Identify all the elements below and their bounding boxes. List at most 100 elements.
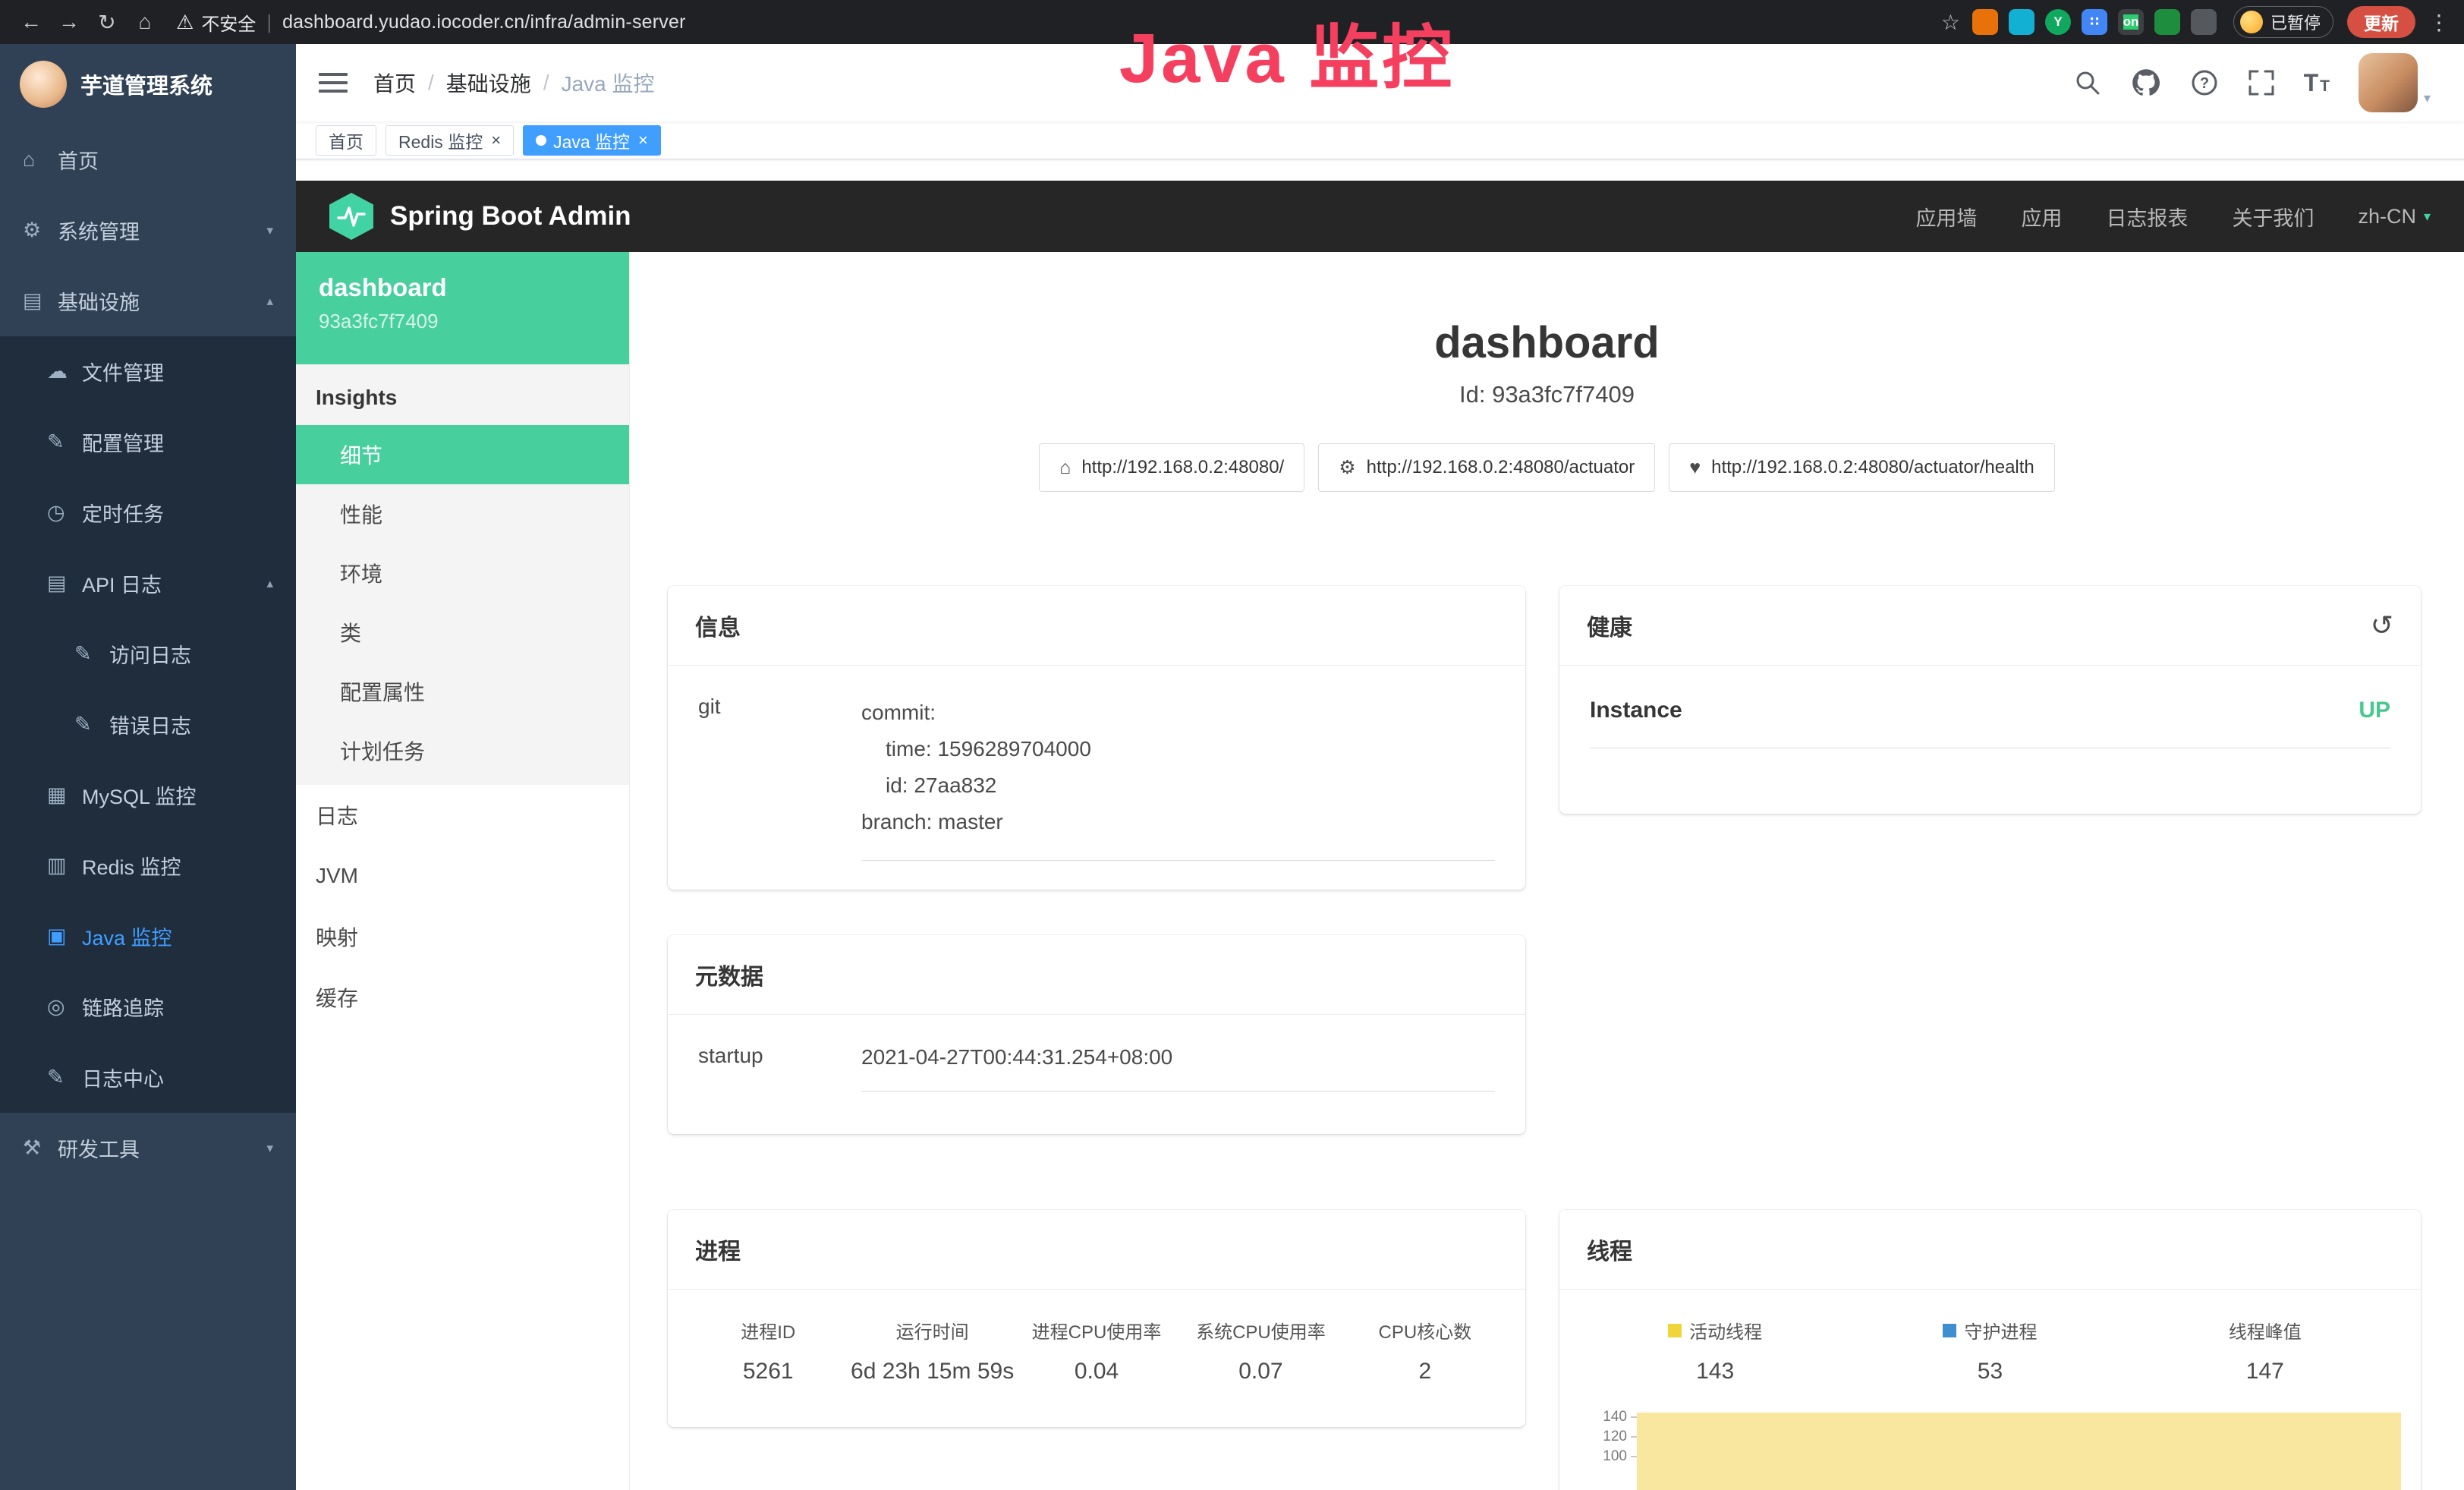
hamburger-icon[interactable] <box>319 73 348 93</box>
sidebar-item[interactable]: ✎ 访问日志 <box>0 619 296 689</box>
app-logo-row[interactable]: 芋道管理系统 <box>0 44 296 124</box>
sidebar-item[interactable]: ▥ Redis 监控 <box>0 830 296 901</box>
tab-close-icon[interactable]: × <box>638 132 648 149</box>
sba-nav-item[interactable]: 关于我们 <box>2232 202 2314 232</box>
chevron-icon: ▾ <box>266 1141 296 1156</box>
tab[interactable]: Java 监控 × <box>523 125 661 156</box>
y-tick-label: 120 <box>1581 1427 1637 1447</box>
sba-sidebar-item[interactable]: 缓存 <box>296 967 629 1028</box>
sba-sidebar-item[interactable]: 环境 <box>296 543 629 603</box>
health-status-badge: UP <box>2359 698 2390 723</box>
sba-nav-item[interactable]: 应用墙 <box>1915 202 1977 232</box>
sba-sidebar-item[interactable]: 类 <box>296 603 629 662</box>
link-icon: ♥ <box>1689 457 1701 479</box>
menu-item-icon: ✎ <box>74 642 109 666</box>
instance-link[interactable]: ⌂ http://192.168.0.2:48080/ <box>1039 443 1304 492</box>
sba-sidebar-item[interactable]: JVM <box>296 846 629 906</box>
sidebar-item[interactable]: ✎ 日志中心 <box>0 1042 296 1113</box>
menu-item-label: 配置管理 <box>82 427 164 457</box>
tab[interactable]: Redis 监控 × <box>385 125 514 156</box>
search-icon[interactable] <box>2073 68 2102 97</box>
sba-nav-item[interactable]: 日志报表 <box>2106 202 2188 232</box>
threads-legend-item: 守护进程 <box>1852 1317 2127 1344</box>
sba-sidebar-item[interactable]: 细节 <box>296 425 629 484</box>
user-menu[interactable]: ▾ <box>2359 53 2431 112</box>
security-chip[interactable]: ⚠ 不安全 <box>176 9 256 36</box>
sba-sidebar-item[interactable]: 性能 <box>296 484 629 543</box>
fullscreen-icon[interactable] <box>2248 69 2275 96</box>
locale-select[interactable]: zh-CN ▾ <box>2358 205 2431 228</box>
breadcrumb-item[interactable]: 首页 <box>373 68 416 98</box>
health-card: 健康 ↺ Instance UP <box>1559 586 2421 814</box>
sidebar-item[interactable]: ▣ Java 监控 <box>0 901 296 972</box>
link-icon: ⌂ <box>1059 457 1071 479</box>
sba-instance-block[interactable]: dashboard 93a3fc7f7409 <box>296 252 629 364</box>
app-logo-image <box>20 61 67 108</box>
extension-icon[interactable]: ∷ <box>2082 9 2107 35</box>
url-text[interactable]: dashboard.yudao.iocoder.cn/infra/admin-s… <box>282 11 686 33</box>
sba-root-items: 日志 JVM 映射 缓存 <box>296 785 629 1028</box>
sba-body: dashboard 93a3fc7f7409 Insights 细节 性能 环境… <box>296 252 2464 1490</box>
browser-update-button[interactable]: 更新 <box>2347 6 2415 38</box>
extension-icon[interactable] <box>2154 9 2180 35</box>
y-tick-label: 100 <box>1581 1447 1637 1466</box>
browser-menu-icon[interactable]: ⋮ <box>2428 10 2450 35</box>
sidebar-item[interactable]: ☁ 文件管理 <box>0 336 296 407</box>
home-icon[interactable]: ⌂ <box>127 10 162 34</box>
extension-icon[interactable]: on <box>2118 9 2144 35</box>
instance-link[interactable]: ⚙ http://192.168.0.2:48080/actuator <box>1318 443 1655 492</box>
sidebar-item[interactable]: ◷ 定时任务 <box>0 477 296 548</box>
profile-paused-chip[interactable]: 已暂停 <box>2233 6 2333 38</box>
health-card-title: 健康 <box>1587 609 1632 642</box>
sba-sidebar-item[interactable]: 配置属性 <box>296 662 629 721</box>
link-url: http://192.168.0.2:48080/actuator/health <box>1711 457 2034 478</box>
sidebar-item[interactable]: ⚙ 系统管理 ▾ <box>0 195 296 266</box>
sba-sidebar-item[interactable]: 计划任务 <box>296 721 629 780</box>
tab-close-icon[interactable]: × <box>491 132 501 149</box>
header-icons: ? TT ▾ <box>2073 53 2431 112</box>
instance-link[interactable]: ♥ http://192.168.0.2:48080/actuator/heal… <box>1669 443 2055 492</box>
breadcrumb-item[interactable]: Java 监控 <box>562 68 655 98</box>
tab[interactable]: 首页 <box>316 125 376 156</box>
sidebar-item[interactable]: ⌂ 首页 <box>0 124 296 195</box>
back-icon[interactable]: ← <box>14 10 49 34</box>
process-column-value: 5261 <box>686 1359 850 1384</box>
info-key: git <box>698 695 861 861</box>
sba-logo-icon <box>329 193 373 240</box>
history-icon[interactable]: ↺ <box>2371 612 2393 639</box>
avatar[interactable] <box>2359 53 2418 112</box>
sidebar-item[interactable]: ⚒ 研发工具 ▾ <box>0 1113 296 1183</box>
extension-icon[interactable] <box>1972 9 1998 35</box>
sba-nav-item[interactable]: 应用 <box>2021 202 2062 232</box>
menu-item-label: 文件管理 <box>82 357 164 386</box>
address-bar[interactable]: ⚠ 不安全 | dashboard.yudao.iocoder.cn/infra… <box>176 9 686 36</box>
sidebar-item[interactable]: ▤ API 日志 ▴ <box>0 548 296 619</box>
chevron-icon: ▴ <box>266 294 296 309</box>
sba-sidebar-item[interactable]: 日志 <box>296 785 629 846</box>
github-icon[interactable] <box>2131 68 2161 98</box>
extension-icon[interactable]: Y <box>2045 9 2071 35</box>
bookmark-star-icon[interactable]: ☆ <box>1941 10 1960 35</box>
sidebar-item[interactable]: ◎ 链路追踪 <box>0 972 296 1042</box>
sba-brand-title[interactable]: Spring Boot Admin <box>390 201 631 232</box>
active-threads-area <box>1637 1413 2401 1490</box>
sidebar-item[interactable]: ▦ MySQL 监控 <box>0 760 296 830</box>
sba-sidebar-item[interactable]: 映射 <box>296 906 629 967</box>
sidebar-item[interactable]: ✎ 错误日志 <box>0 689 296 760</box>
tabs-bar: 首页 Redis 监控 × Java 监控 × <box>296 121 2464 159</box>
help-icon[interactable]: ? <box>2190 68 2219 97</box>
reload-icon[interactable]: ↻ <box>90 10 124 35</box>
breadcrumb-item[interactable]: 基础设施 <box>446 68 531 98</box>
info-value-line: commit: <box>861 695 1495 731</box>
font-size-icon[interactable]: TT <box>2304 69 2330 97</box>
menu-item-label: MySQL 监控 <box>82 780 197 810</box>
info-value-line: time: 1596289704000 <box>861 731 1495 767</box>
sidebar-item[interactable]: ▤ 基础设施 ▴ <box>0 266 296 336</box>
menu-item-icon: ▥ <box>47 854 82 877</box>
extension-icon[interactable] <box>2191 9 2217 35</box>
process-column-value: 0.04 <box>1015 1359 1179 1384</box>
extension-icon[interactable] <box>2009 9 2034 35</box>
sidebar-item[interactable]: ✎ 配置管理 <box>0 407 296 477</box>
forward-icon[interactable]: → <box>52 10 87 34</box>
menu-item-icon: ✎ <box>74 713 109 736</box>
